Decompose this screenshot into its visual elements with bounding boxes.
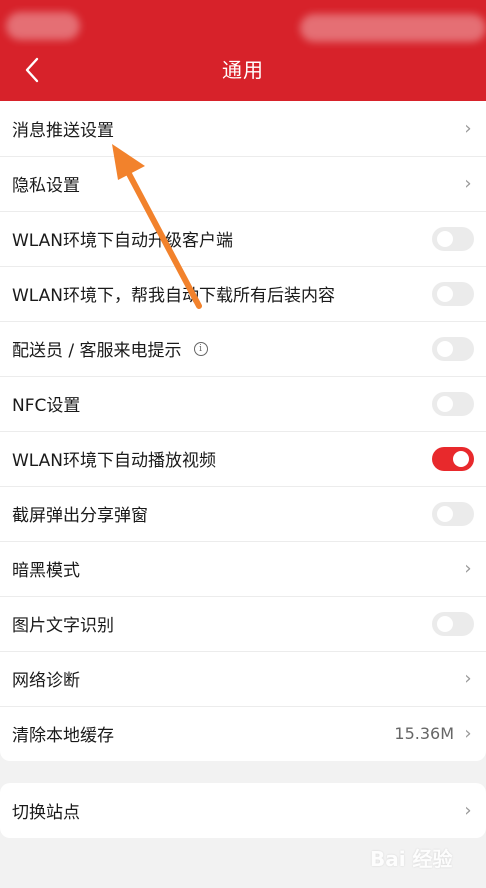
- chevron-right-icon: ›: [464, 558, 472, 579]
- toggle-switch[interactable]: [432, 446, 474, 471]
- settings-row[interactable]: 截屏弹出分享弹窗: [0, 486, 486, 541]
- toggle-knob: [437, 505, 453, 522]
- status-bar-right: [300, 14, 486, 42]
- switch-site-row[interactable]: 切换站点 ›: [0, 783, 486, 838]
- settings-row[interactable]: WLAN环境下，帮我自动下载所有后装内容: [0, 266, 486, 321]
- toggle-switch[interactable]: [432, 281, 474, 306]
- toggle-switch[interactable]: [432, 501, 474, 526]
- settings-row-label: 暗黑模式: [12, 561, 80, 581]
- settings-row[interactable]: 配送员 / 客服来电提示 i: [0, 321, 486, 376]
- watermark-logo: Bai 经验: [370, 847, 453, 871]
- chevron-right-icon: ›: [464, 173, 472, 194]
- settings-row-label: 截屏弹出分享弹窗: [12, 506, 148, 526]
- toggle-knob: [437, 395, 453, 412]
- toggle-knob: [437, 285, 453, 302]
- settings-row-label: WLAN环境下，帮我自动下载所有后装内容: [12, 286, 336, 306]
- page-title: 通用: [222, 58, 264, 82]
- settings-row[interactable]: NFC设置: [0, 376, 486, 431]
- settings-row-label: NFC设置: [12, 396, 81, 416]
- info-icon[interactable]: i: [193, 341, 208, 356]
- settings-row[interactable]: 隐私设置 ›: [0, 156, 486, 211]
- toggle-switch[interactable]: [432, 336, 474, 361]
- toggle-knob: [437, 340, 453, 357]
- settings-row-label: 网络诊断: [12, 671, 80, 691]
- cache-size-value: 15.36M: [394, 724, 454, 743]
- settings-row-label: 清除本地缓存: [12, 726, 114, 746]
- chevron-right-icon: ›: [464, 668, 472, 689]
- toggle-switch[interactable]: [432, 391, 474, 416]
- toggle-switch[interactable]: [432, 611, 474, 636]
- settings-row[interactable]: 消息推送设置 ›: [0, 101, 486, 156]
- settings-row-label: 消息推送设置: [12, 121, 114, 141]
- settings-row[interactable]: 暗黑模式 ›: [0, 541, 486, 596]
- settings-row-label: WLAN环境下自动播放视频: [12, 451, 217, 471]
- settings-row[interactable]: WLAN环境下自动升级客户端: [0, 211, 486, 266]
- chevron-right-icon: ›: [464, 723, 472, 744]
- app-header: 通用: [0, 0, 486, 101]
- chevron-right-icon: ›: [464, 118, 472, 139]
- toggle-knob: [437, 615, 453, 632]
- status-bar-left: [6, 12, 80, 40]
- settings-row[interactable]: 网络诊断 ›: [0, 651, 486, 706]
- chevron-right-icon: ›: [464, 800, 472, 821]
- settings-row-label: 图片文字识别: [12, 616, 114, 636]
- settings-row-label: 隐私设置: [12, 176, 80, 196]
- settings-list: 消息推送设置 › 隐私设置 › WLAN环境下自动升级客户端 WLAN环境下，帮我自动下载…: [0, 101, 486, 761]
- switch-site-label: 切换站点: [12, 803, 80, 823]
- toggle-knob: [453, 450, 469, 467]
- settings-row-label: WLAN环境下自动升级客户端: [12, 231, 234, 251]
- switch-site-group: 切换站点 ›: [0, 783, 486, 838]
- settings-row-label: 配送员 / 客服来电提示: [12, 341, 182, 361]
- settings-row[interactable]: 清除本地缓存 15.36M ›: [0, 706, 486, 761]
- settings-row[interactable]: WLAN环境下自动播放视频: [0, 431, 486, 486]
- toggle-switch[interactable]: [432, 226, 474, 251]
- settings-row[interactable]: 图片文字识别: [0, 596, 486, 651]
- toggle-knob: [437, 230, 453, 247]
